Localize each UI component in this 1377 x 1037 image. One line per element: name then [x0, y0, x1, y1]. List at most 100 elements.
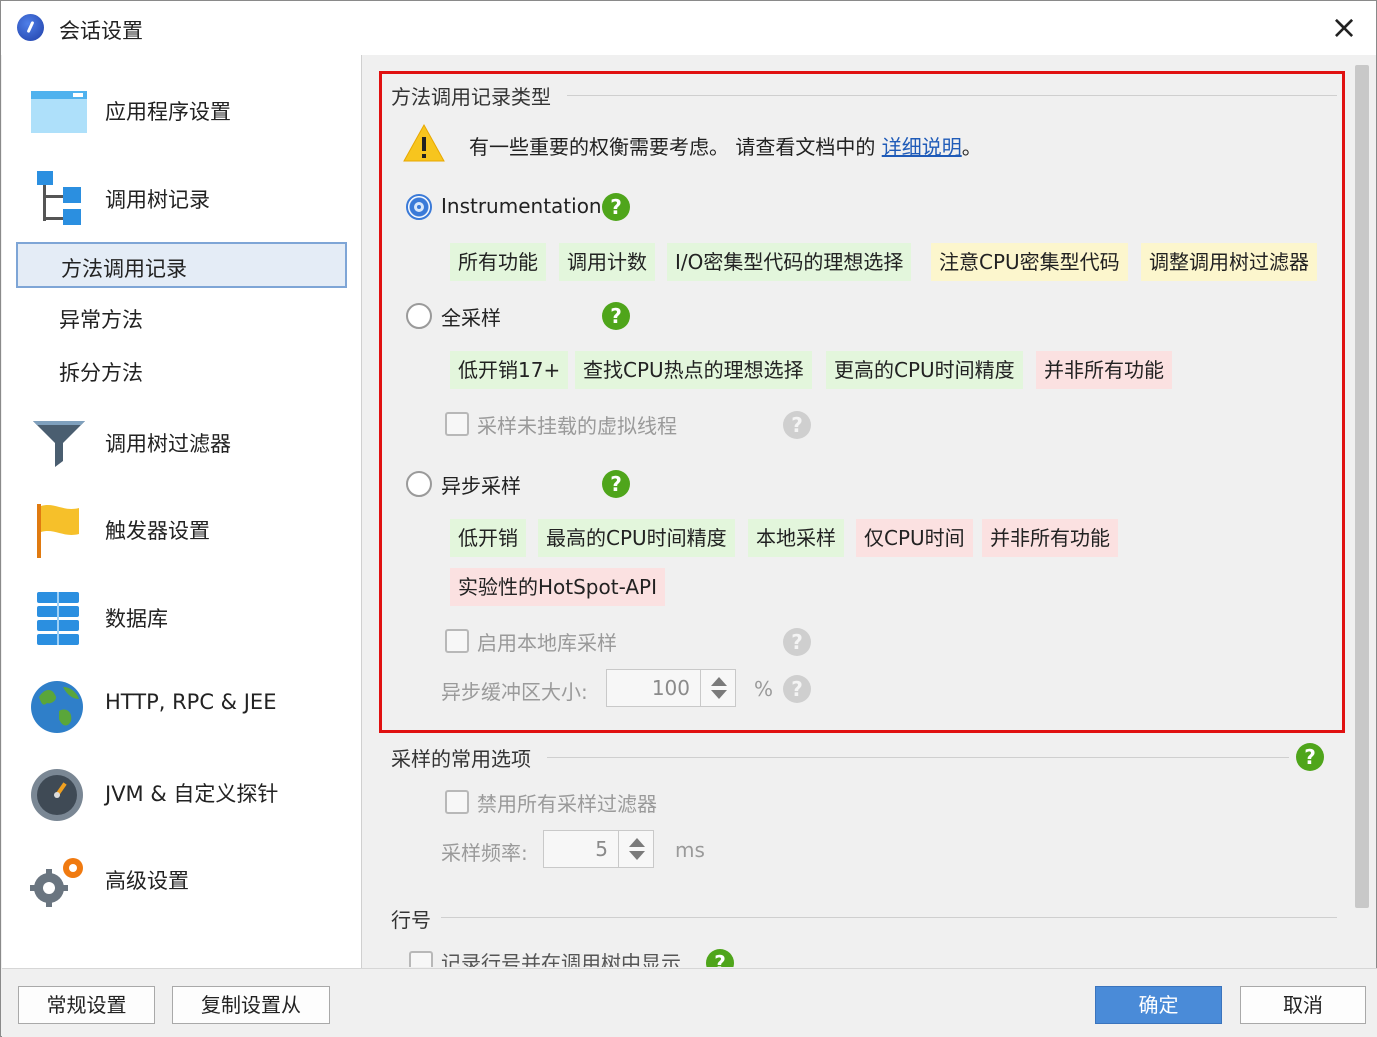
note-end: 。 — [961, 135, 982, 159]
sidebar-item-label: 应用程序设置 — [105, 100, 231, 124]
feature-tag: 并非所有功能 — [1036, 351, 1172, 389]
sidebar-item-method-call-recording[interactable]: 方法调用记录 — [16, 242, 347, 288]
full-sampling-radio[interactable] — [406, 303, 432, 329]
feature-tag: I/O密集型代码的理想选择 — [667, 243, 912, 281]
sidebar-item-label: 触发器设置 — [105, 519, 210, 543]
sidebar-item-http-rpc-jee[interactable]: HTTP, RPC & JEE — [2, 663, 360, 743]
sidebar-item-label: 高级设置 — [105, 869, 189, 893]
globe-icon — [31, 681, 83, 733]
flag-icon — [37, 504, 79, 558]
settings-sidebar: 应用程序设置 调用树记录 方法调用记录 异常方法 拆分方法 调用树过滤器 触发器… — [2, 55, 362, 968]
sidebar-item-jvm-custom-probes[interactable]: JVM & 自定义探针 — [2, 751, 360, 831]
copy-settings-from-button[interactable]: 复制设置从 — [172, 986, 330, 1024]
spinner-arrows-icon[interactable] — [700, 670, 736, 706]
instrumentation-label[interactable]: Instrumentation — [441, 194, 602, 218]
sidebar-item-label: 异常方法 — [59, 308, 143, 332]
feature-tag: 更高的CPU时间精度 — [826, 351, 1023, 389]
full-sampling-help-icon[interactable]: ? — [602, 302, 630, 330]
cancel-button[interactable]: 取消 — [1240, 986, 1366, 1024]
sampling-frequency-input[interactable] — [544, 831, 618, 867]
disable-sampling-filters-checkbox[interactable] — [445, 790, 469, 814]
native-sampling-checkbox[interactable] — [445, 629, 469, 653]
async-sampling-label[interactable]: 异步采样 — [441, 470, 521, 499]
async-buffer-label: 异步缓冲区大小: — [441, 680, 588, 704]
section-title-method-call-type: 方法调用记录类型 — [391, 85, 551, 109]
spinner-arrows-icon[interactable] — [618, 831, 654, 867]
sidebar-item-label: 调用树记录 — [105, 188, 210, 212]
note-text: 有一些重要的权衡需要考虑。 请查看文档中的 — [469, 135, 882, 159]
database-icon — [37, 592, 79, 645]
async-buffer-spinner[interactable] — [606, 669, 736, 707]
sidebar-item-exception-methods[interactable]: 异常方法 — [16, 295, 347, 341]
full-sampling-label[interactable]: 全采样 — [441, 302, 501, 331]
sidebar-item-label: 调用树过滤器 — [105, 432, 231, 456]
feature-tag: 所有功能 — [450, 243, 546, 281]
window-title: 会话设置 — [59, 19, 143, 43]
line-numbers-checkbox[interactable] — [409, 951, 433, 967]
sampling-frequency-unit: ms — [675, 838, 705, 862]
sidebar-item-label: 拆分方法 — [59, 361, 143, 385]
session-settings-window: 会话设置 × 应用程序设置 调用树记录 方法调用记录 异常方法 拆分方法 调用树… — [0, 0, 1377, 1037]
async-buffer-unit: % — [754, 677, 774, 701]
feature-tag: 实验性的HotSpot-API — [450, 568, 666, 606]
ok-button[interactable]: 确定 — [1095, 986, 1222, 1024]
feature-tag: 本地采样 — [748, 519, 844, 557]
close-button[interactable]: × — [1326, 9, 1362, 45]
sidebar-item-label: JVM & 自定义探针 — [105, 782, 279, 806]
sidebar-item-advanced-settings[interactable]: 高级设置 — [2, 838, 360, 918]
section-divider — [441, 917, 1337, 918]
native-sampling-label: 启用本地库采样 — [477, 631, 617, 655]
sampling-common-help-icon[interactable]: ? — [1296, 743, 1324, 771]
sidebar-item-label: HTTP, RPC & JEE — [105, 690, 277, 714]
line-numbers-option-clip: 记录行号并在调用树中显示 ? — [401, 941, 801, 967]
sidebar-item-split-methods[interactable]: 拆分方法 — [16, 348, 347, 394]
dialog-footer: 常规设置 复制设置从 确定 取消 — [2, 968, 1377, 1037]
tree-icon — [37, 171, 81, 225]
window-icon — [31, 91, 87, 133]
sampling-frequency-label: 采样频率: — [441, 841, 528, 865]
sidebar-item-label: 数据库 — [105, 607, 168, 631]
instrumentation-radio[interactable] — [406, 194, 432, 220]
warning-icon — [403, 123, 445, 162]
async-buffer-help-icon[interactable]: ? — [783, 675, 811, 703]
feature-tag: 仅CPU时间 — [856, 519, 973, 557]
sidebar-item-databases[interactable]: 数据库 — [2, 576, 360, 656]
async-buffer-input[interactable] — [607, 670, 700, 706]
feature-tag: 调整调用树过滤器 — [1141, 243, 1317, 281]
virtual-threads-checkbox[interactable] — [445, 412, 469, 436]
async-sampling-radio[interactable] — [406, 471, 432, 497]
gears-icon — [30, 858, 83, 907]
instrumentation-help-icon[interactable]: ? — [602, 193, 630, 221]
line-numbers-label: 记录行号并在调用树中显示 — [441, 951, 681, 967]
title-bar: 会话设置 × — [1, 1, 1376, 55]
sidebar-item-label: 方法调用记录 — [61, 257, 187, 281]
section-title-line-numbers: 行号 — [391, 908, 431, 932]
details-link[interactable]: 详细说明 — [882, 135, 962, 159]
feature-tag: 查找CPU热点的理想选择 — [575, 351, 812, 389]
virtual-threads-help-icon[interactable]: ? — [783, 411, 811, 439]
feature-tag: 低开销17+ — [450, 351, 569, 389]
native-sampling-help-icon[interactable]: ? — [783, 628, 811, 656]
funnel-icon — [33, 421, 85, 467]
sidebar-item-call-tree-recording[interactable]: 调用树记录 — [2, 157, 360, 237]
sidebar-item-call-tree-filters[interactable]: 调用树过滤器 — [2, 401, 360, 481]
disable-sampling-filters-label: 禁用所有采样过滤器 — [477, 792, 657, 816]
sampling-frequency-spinner[interactable] — [543, 830, 654, 868]
tradeoff-note: 有一些重要的权衡需要考虑。 请查看文档中的 详细说明。 — [469, 131, 982, 160]
gauge-icon — [31, 769, 83, 821]
feature-tag: 低开销 — [450, 519, 526, 557]
line-numbers-help-icon[interactable]: ? — [706, 949, 734, 967]
sidebar-item-app-settings[interactable]: 应用程序设置 — [2, 69, 360, 149]
sidebar-item-trigger-settings[interactable]: 触发器设置 — [2, 488, 360, 568]
section-divider — [547, 757, 1289, 758]
virtual-threads-label: 采样未挂载的虚拟线程 — [477, 414, 677, 438]
content-scrollbar[interactable] — [1355, 65, 1369, 908]
async-sampling-help-icon[interactable]: ? — [602, 470, 630, 498]
feature-tag: 并非所有功能 — [982, 519, 1118, 557]
section-title-sampling-common: 采样的常用选项 — [391, 747, 531, 771]
section-divider — [567, 95, 1337, 96]
feature-tag: 注意CPU密集型代码 — [931, 243, 1128, 281]
general-settings-button[interactable]: 常规设置 — [18, 986, 155, 1024]
app-logo-icon — [17, 14, 44, 41]
feature-tag: 调用计数 — [559, 243, 655, 281]
